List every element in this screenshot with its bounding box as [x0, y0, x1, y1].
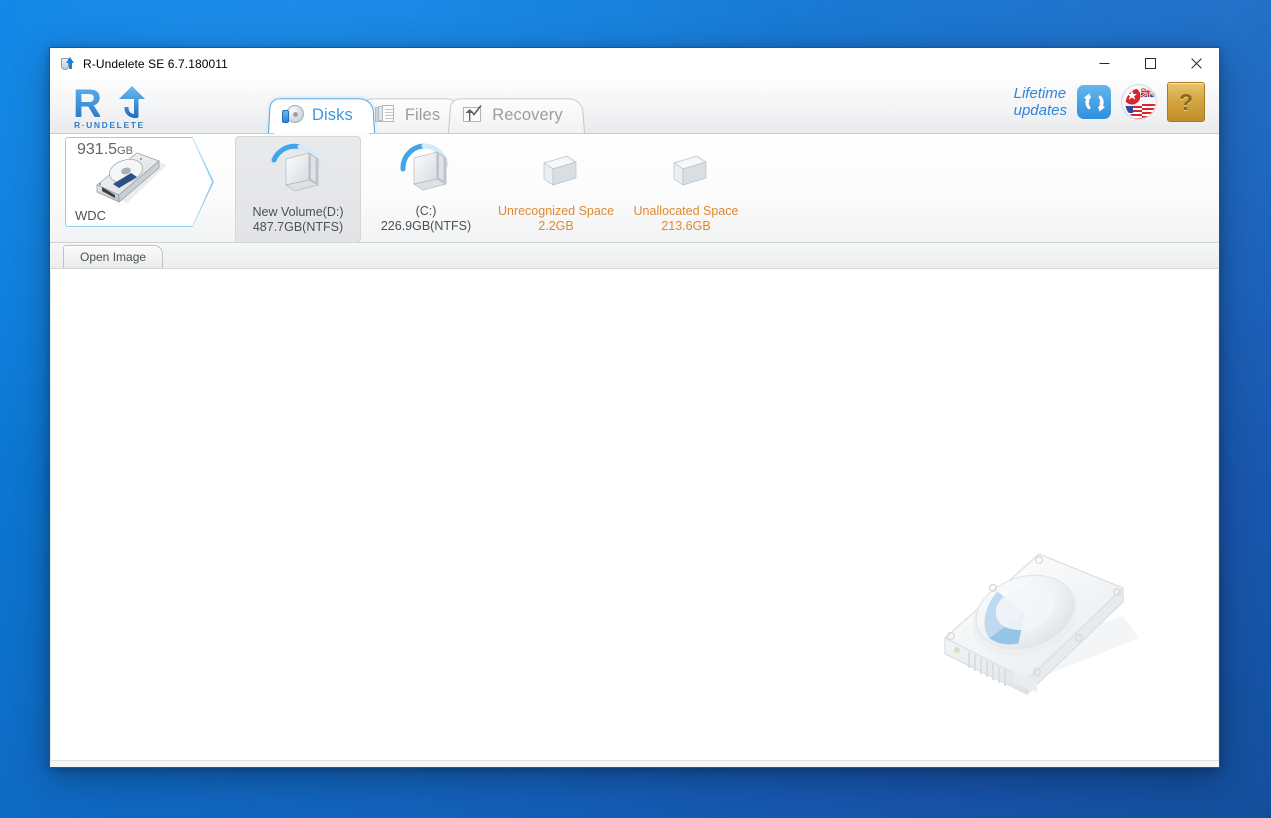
volume-item-unrecognized-space[interactable]: Unrecognized Space 2.2GB	[491, 136, 621, 241]
main-tab-bar: Disks Files Recovery	[268, 97, 585, 134]
lifetime-updates-label: Lifetime updates	[1014, 85, 1067, 119]
logo-wordmark: R·UNDELETE	[74, 120, 145, 130]
window-title: R-Undelete SE 6.7.180011	[83, 56, 228, 71]
volume-icon	[390, 141, 462, 201]
status-line	[50, 760, 1219, 767]
disk-capacity: 931.5GB	[77, 141, 133, 159]
volume-item-new-volume-d[interactable]: New Volume(D:) 487.7GB(NTFS)	[235, 136, 361, 243]
maximize-icon	[1144, 58, 1156, 69]
flags-globe-icon[interactable]	[1121, 84, 1157, 120]
content-area	[50, 269, 1219, 767]
files-icon	[374, 104, 397, 126]
recovery-icon	[462, 104, 484, 126]
volume-list: New Volume(D:) 487.7GB(NTFS) (C:) 226.9G…	[235, 136, 751, 243]
volume-name: New Volume(D:)	[252, 205, 344, 219]
header-right-actions: Lifetime updates ?	[1014, 82, 1205, 122]
up-arrow-icon	[119, 86, 145, 119]
close-button[interactable]	[1173, 48, 1219, 79]
open-image-label: Open Image	[80, 250, 147, 264]
check-icon	[470, 105, 482, 116]
application-window: R-Undelete SE 6.7.180011 R R·UNDELETE Di…	[49, 47, 1220, 768]
undelete-app-icon	[59, 56, 75, 72]
tab-recovery[interactable]: Recovery	[448, 97, 585, 133]
volume-item-c[interactable]: (C:) 226.9GB(NTFS)	[361, 136, 491, 241]
title-bar: R-Undelete SE 6.7.180011	[50, 48, 1219, 79]
hard-disk-drive-icon	[96, 152, 167, 203]
empty-volume-icon	[650, 141, 722, 201]
logo-letter: R	[73, 82, 102, 126]
hard-disk-watermark-icon	[943, 553, 1139, 696]
volume-name: Unrecognized Space	[497, 204, 615, 218]
maximize-button[interactable]	[1127, 48, 1173, 79]
drive-selection-strip: 931.5GB WDC New Volume(D:) 487.7GB(NTFS)…	[50, 134, 1219, 243]
volume-name: (C:)	[415, 204, 437, 218]
refresh-sync-icon[interactable]	[1077, 85, 1111, 119]
lifetime-line-1: Lifetime	[1013, 85, 1067, 102]
disk-vendor-label: WDC	[75, 208, 107, 223]
disk-icon	[282, 104, 304, 126]
volume-info: 487.7GB(NTFS)	[252, 220, 344, 234]
help-glyph: ?	[1178, 88, 1194, 115]
physical-disk-card[interactable]: 931.5GB WDC	[65, 136, 214, 228]
tab-recovery-label: Recovery	[492, 105, 563, 124]
tab-disks[interactable]: Disks	[268, 97, 375, 134]
volume-item-unallocated-space[interactable]: Unallocated Space 213.6GB	[621, 136, 751, 241]
minimize-icon	[1099, 63, 1109, 64]
volume-icon	[262, 142, 334, 202]
tab-disks-label: Disks	[312, 105, 353, 124]
disk-capacity-value: 931.5	[77, 141, 118, 158]
minimize-button[interactable]	[1081, 48, 1127, 79]
sub-tab-bar: Open Image	[50, 243, 1219, 269]
volume-info: 2.2GB	[538, 219, 574, 233]
application-header: R R·UNDELETE Disks Files Recovery Lifeti…	[50, 79, 1219, 134]
window-controls	[1081, 48, 1219, 79]
help-book-icon[interactable]: ?	[1167, 82, 1205, 122]
lifetime-line-2: updates	[1013, 102, 1067, 119]
close-icon	[1190, 58, 1202, 69]
open-image-button[interactable]: Open Image	[63, 245, 164, 268]
language-flags-icon	[1122, 85, 1156, 119]
app-logo: R R·UNDELETE	[71, 84, 179, 130]
tab-files[interactable]: Files	[360, 97, 463, 133]
volume-name: Unallocated Space	[633, 204, 739, 218]
sync-arrows-icon	[1083, 92, 1105, 112]
empty-volume-icon	[520, 141, 592, 201]
volume-info: 213.6GB	[661, 219, 711, 233]
disk-capacity-unit: GB	[117, 145, 133, 157]
tab-files-label: Files	[404, 105, 441, 124]
volume-info: 226.9GB(NTFS)	[380, 219, 472, 233]
